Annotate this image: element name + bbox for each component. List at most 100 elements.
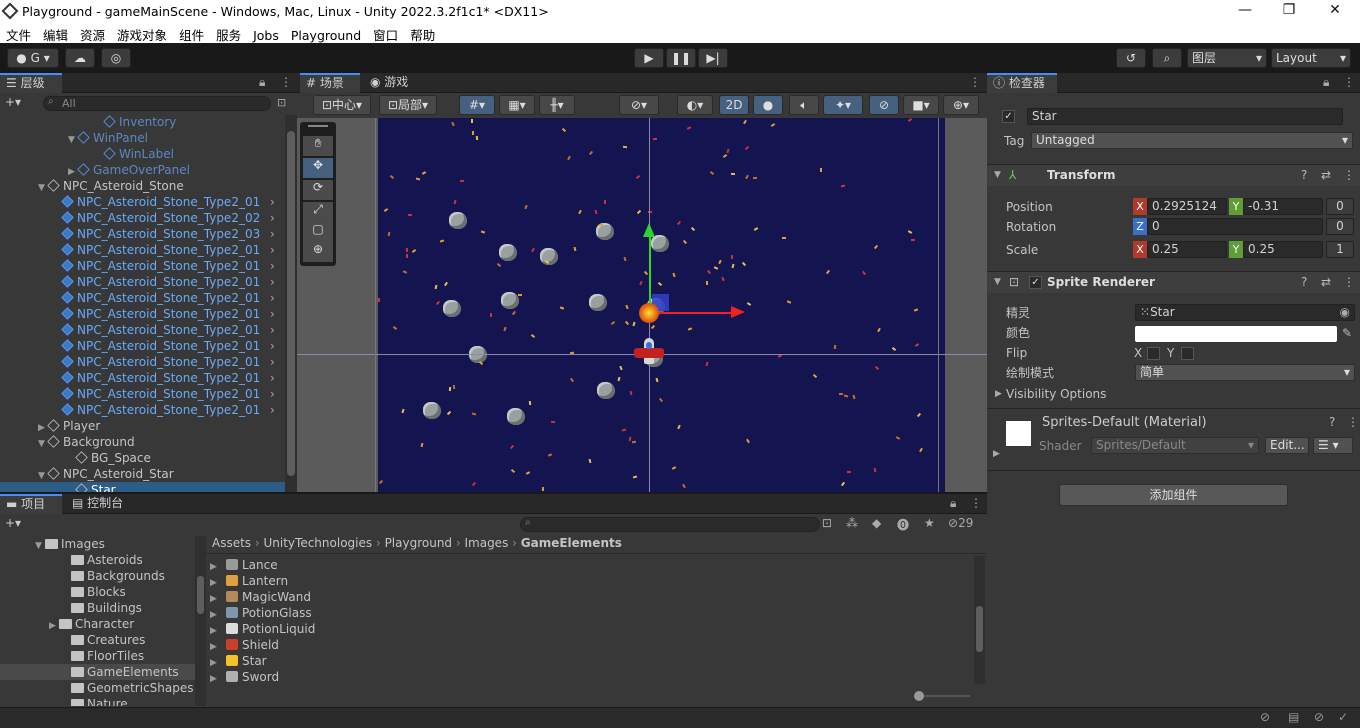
more-icon[interactable]: ⋮ [280,75,292,89]
asset-list-scrollbar[interactable] [974,556,985,684]
open-prefab-icon[interactable]: › [270,194,275,210]
sprite-renderer-header[interactable]: ▼ ⊡ ✓ Sprite Renderer ? ⇄ ⋮ [987,271,1360,293]
breadcrumb-item[interactable]: UnityTechnologies [264,536,373,550]
asteroid-sprite[interactable] [423,402,441,419]
hierarchy-item[interactable]: NPC_Asteroid_Stone_Type2_01 › [0,370,285,386]
asset-item[interactable]: ▶ Sword [206,669,966,684]
folder-item[interactable]: Creatures [0,632,195,648]
menu-playground[interactable]: Playground [285,26,367,43]
hierarchy-item[interactable]: ▼ Background [0,434,285,450]
breadcrumb-item[interactable]: GameElements [521,536,622,550]
hierarchy-search-input[interactable]: ⌕ All [43,96,271,111]
open-prefab-icon[interactable]: › [270,370,275,386]
draw-mode-button[interactable]: ⊘▾ [619,95,659,115]
tab-project[interactable]: ▬ 项目 [0,494,62,514]
folder-item[interactable]: ▼ Images [0,536,195,552]
menu-edit[interactable]: 编辑 [37,23,74,44]
scale-y-field[interactable]: 0.25 [1243,241,1323,258]
slider-handle[interactable] [914,691,924,701]
scrollbar-thumb[interactable] [287,131,295,476]
add-button[interactable]: +▾ [5,95,21,109]
shader-menu-button[interactable]: ☰ ▾ [1313,437,1353,454]
menu-help[interactable]: 帮助 [404,23,441,44]
hierarchy-item[interactable]: ▼ NPC_Asteroid_Star [0,466,285,482]
visibility-options-foldout[interactable]: ▶ Visibility Options [987,384,1360,404]
asteroid-sprite[interactable] [499,244,517,261]
asteroid-sprite[interactable] [501,292,519,309]
asteroid-sprite[interactable] [507,408,525,425]
rotation-z-field[interactable]: 0 [1147,218,1323,235]
search-by-type-icon[interactable]: ⊡ [822,516,832,530]
more-icon[interactable]: ⋮ [969,75,981,89]
hierarchy-item[interactable]: NPC_Asteroid_Stone_Type2_01 › [0,322,285,338]
presets-icon[interactable]: ⇄ [1321,165,1331,186]
folder-item[interactable]: GeometricShapes [0,680,195,696]
pause-button[interactable]: ❚❚ [666,48,696,68]
asset-item[interactable]: ▶ PotionLiquid [206,621,966,637]
history-icon[interactable]: ↺ [1116,48,1146,68]
z-axis-label[interactable]: Z [1133,218,1147,235]
y-axis-label[interactable]: Y [1229,241,1243,258]
grid-toggle-button[interactable]: ▦▾ [499,95,535,115]
asset-item[interactable]: ▶ Star [206,653,966,669]
rect-tool-icon[interactable]: ▢ [303,222,333,242]
label-icon[interactable]: ◆ [872,516,881,530]
folder-tree-scrollbar[interactable] [195,536,206,706]
drag-handle-icon[interactable] [308,125,328,127]
favorite-icon[interactable]: ★ [924,516,935,530]
scrollbar-thumb[interactable] [197,576,204,614]
hierarchy-item[interactable]: NPC_Asteroid_Stone_Type2_01 › [0,338,285,354]
shader-dropdown[interactable]: Sprites/Default ▾ [1091,437,1259,454]
tag-dropdown[interactable]: Untagged ▾ [1031,132,1353,149]
asset-item[interactable]: ▶ MagicWand [206,589,966,605]
move-gizmo-x-arrow[interactable] [731,306,745,318]
hierarchy-item[interactable]: NPC_Asteroid_Stone_Type2_01 › [0,242,285,258]
grid-snap-button[interactable]: #▾ [459,95,495,115]
search-icon[interactable]: ⌕ [1152,48,1182,68]
minimize-button[interactable]: — [1234,2,1256,18]
lock-icon[interactable]: 🔒︎ [259,75,265,90]
tab-inspector[interactable]: ⓘ 检查器 [987,73,1057,93]
y-axis-label[interactable]: Y [1229,198,1243,215]
step-button[interactable]: ▶| [698,48,728,68]
hierarchy-item[interactable]: ▼ WinPanel [0,130,285,146]
open-prefab-icon[interactable]: › [270,258,275,274]
2d-toggle-button[interactable]: 2D [719,95,749,115]
breadcrumb-item[interactable]: Images [464,536,508,550]
effects-icon[interactable]: ✦▾ [823,95,863,115]
tab-console[interactable]: ▤ 控制台 [66,494,136,514]
hierarchy-item[interactable]: NPC_Asteroid_Stone_Type2_01 › [0,290,285,306]
more-icon[interactable]: ⋮ [970,496,982,510]
foldout-arrow-icon[interactable]: ▶ [993,449,1000,459]
project-search-input[interactable]: ⌕ [520,517,820,532]
scale-z-field[interactable]: 1 [1326,241,1354,258]
presets-icon[interactable]: ⇄ [1321,272,1331,293]
x-axis-label[interactable]: X [1133,241,1147,258]
play-button[interactable]: ▶ [634,48,664,68]
active-checkbox[interactable]: ✓ [1002,110,1015,123]
camera-icon[interactable]: ■▾ [903,95,939,115]
open-prefab-icon[interactable]: › [270,242,275,258]
layout-dropdown[interactable]: Layout ▾ [1271,48,1351,68]
scene-search-icon[interactable]: ⊡ [277,96,286,109]
menu-gameobject[interactable]: 游戏对象 [111,23,173,44]
progress-icon[interactable]: ✓ [1338,710,1348,724]
transform-tool-icon[interactable]: ⊕ [303,242,333,262]
hierarchy-item[interactable]: Star [0,482,285,492]
folder-item[interactable]: Buildings [0,600,195,616]
lock-icon[interactable]: 🔒︎ [1323,75,1329,90]
space-toggle[interactable]: ⊡局部▾ [379,95,437,115]
cache-server-icon[interactable]: ▤ [1288,710,1299,724]
asteroid-sprite[interactable] [589,294,607,311]
transform-header[interactable]: ▼ ⅄ Transform ? ⇄ ⋮ [987,164,1360,186]
icon-size-slider[interactable] [914,691,970,701]
debug-mode-icon[interactable]: ⊘ [1260,710,1270,724]
help-icon[interactable]: ? [1301,165,1307,186]
asset-item[interactable]: ▶ Lance [206,557,966,573]
position-y-field[interactable]: -0.31 [1243,198,1323,215]
asteroid-sprite[interactable] [449,212,467,229]
shader-edit-button[interactable]: Edit... [1265,437,1309,454]
folder-item[interactable]: Nature [0,696,195,706]
open-prefab-icon[interactable]: › [270,274,275,290]
folder-item[interactable]: FloorTiles [0,648,195,664]
